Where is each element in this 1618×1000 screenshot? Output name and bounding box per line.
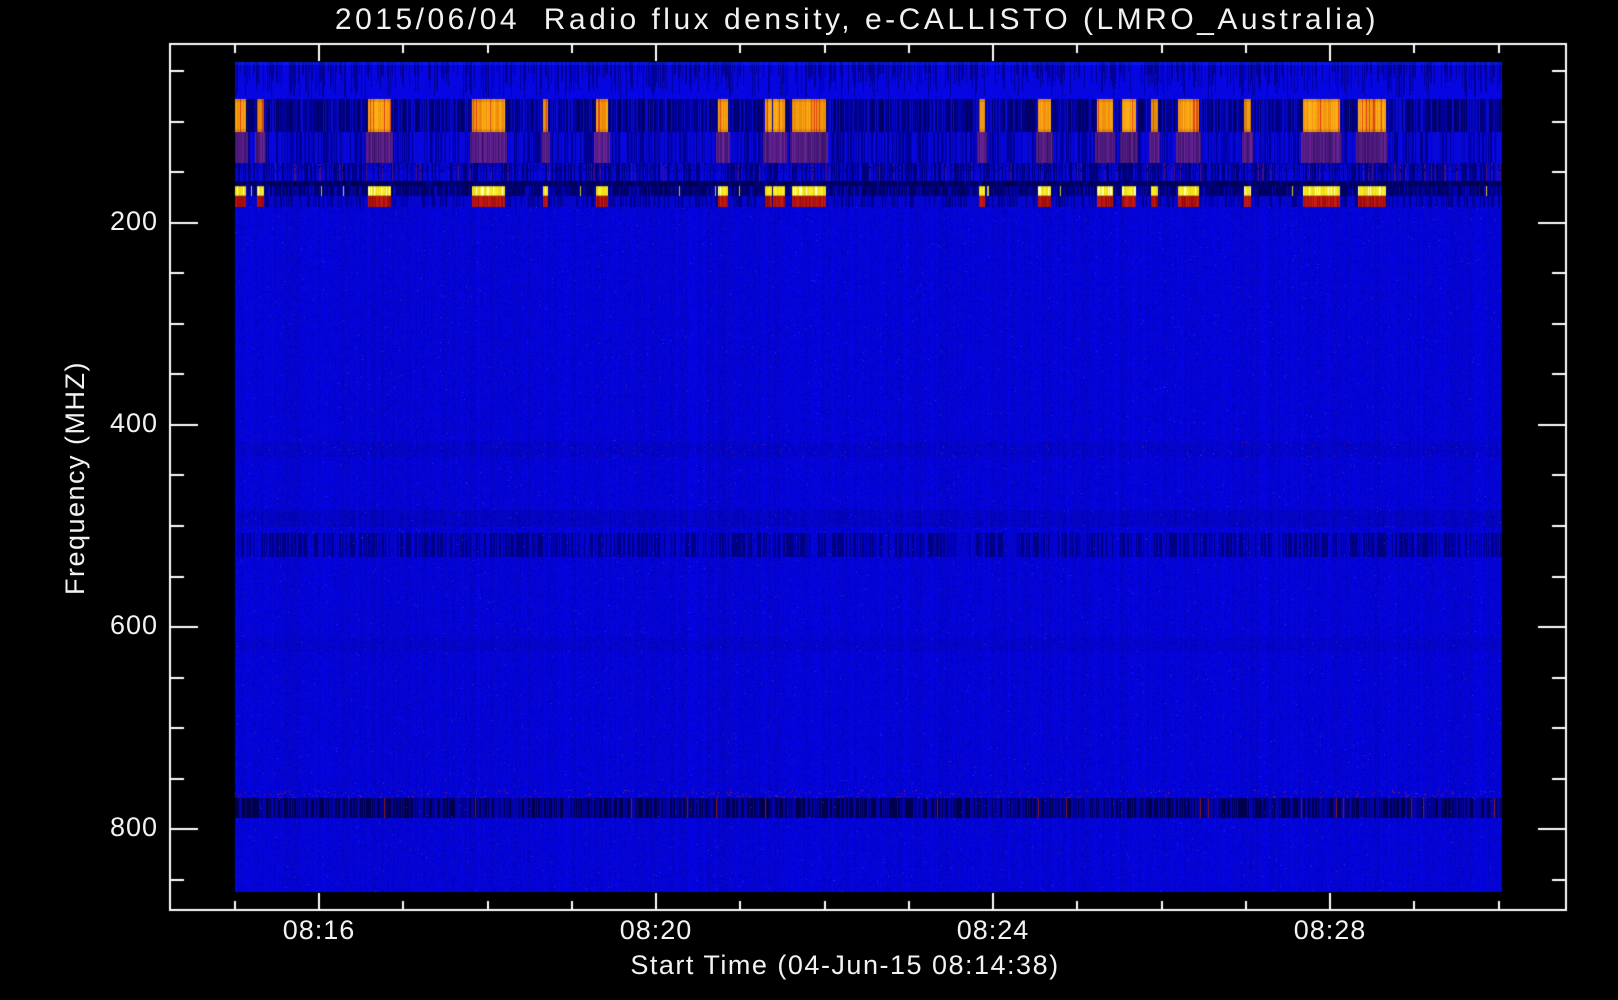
- spectrogram-page: 2015/06/04 Radio flux density, e-CALLIST…: [0, 0, 1618, 1000]
- x-tick-label: 08:24: [956, 915, 1030, 945]
- y-tick-label: 200: [109, 206, 158, 236]
- x-tick-label: 08:20: [619, 915, 693, 945]
- chart-title: 2015/06/04 Radio flux density, e-CALLIST…: [334, 3, 1380, 36]
- x-tick-label: 08:16: [282, 915, 356, 945]
- x-axis-label: Start Time (04-Jun-15 08:14:38): [630, 950, 1060, 980]
- y-tick-label: 600: [109, 610, 158, 640]
- spectrogram-canvas: [0, 0, 1618, 1000]
- y-tick-label: 400: [109, 408, 158, 438]
- y-axis-label: Frequency (MHZ): [60, 360, 90, 596]
- x-tick-label: 08:28: [1293, 915, 1367, 945]
- y-tick-label: 800: [109, 812, 158, 842]
